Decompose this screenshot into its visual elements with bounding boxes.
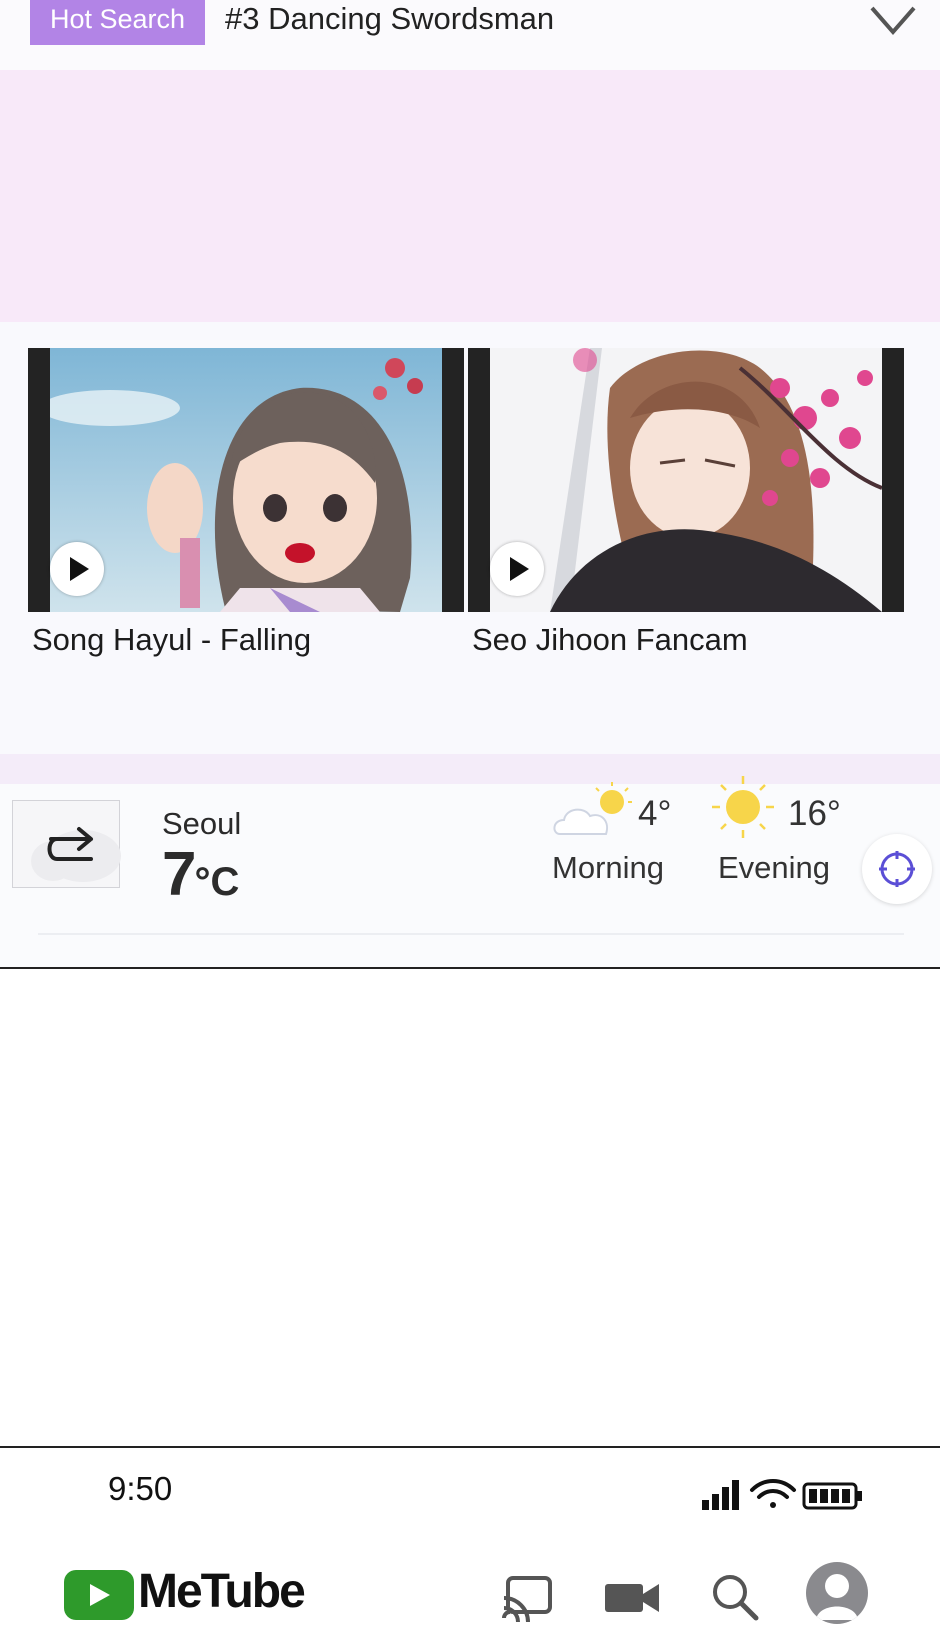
app-logo-text[interactable]: MeTube (138, 1564, 306, 1619)
city-name: Seoul (162, 806, 242, 841)
thumbnail-illustration (50, 348, 442, 612)
user-icon (816, 1574, 858, 1620)
video-card-1[interactable]: Song Hayul - Falling (28, 348, 464, 658)
play-icon[interactable] (490, 542, 544, 596)
metube-logo-icon[interactable] (64, 1570, 134, 1620)
status-divider (0, 1446, 940, 1448)
hot-search-bar[interactable]: Hot Search #3 Dancing Swordsman (0, 0, 940, 70)
video-thumbnail[interactable] (28, 348, 464, 612)
video-section: Song Hayul - Falling Seo Jihoon Fancam (0, 322, 940, 754)
status-icons (702, 1479, 862, 1510)
search-icon[interactable] (706, 1568, 762, 1624)
crosshair-icon (879, 851, 915, 887)
status-bar: 9:50 (0, 1450, 940, 1558)
hot-search-badge: Hot Search (30, 0, 205, 45)
cloud-icon (31, 827, 121, 882)
evening-temp: 16° (788, 794, 841, 833)
morning-temp: 4° (638, 794, 672, 833)
temp-unit: °C (194, 860, 240, 904)
play-icon[interactable] (50, 542, 104, 596)
sun-icon (712, 776, 774, 838)
weather-widget: Seoul 7°C 4° Morning 16° Evening (0, 776, 940, 969)
locate-button[interactable] (862, 834, 932, 904)
hot-search-text[interactable]: #3 Dancing Swordsman (225, 0, 554, 38)
app-bar: MeTube (0, 1558, 940, 1632)
refresh-button[interactable] (12, 800, 121, 888)
evening-label: Evening (718, 850, 831, 885)
signal-icon (702, 1480, 739, 1510)
video-thumbnail[interactable] (468, 348, 904, 612)
partly-cloudy-icon (553, 782, 632, 835)
video-camera-icon[interactable] (603, 1568, 661, 1624)
weather-divider (38, 933, 904, 935)
avatar[interactable] (806, 1562, 868, 1624)
morning-label: Morning (552, 850, 664, 885)
video-card-2[interactable]: Seo Jihoon Fancam (468, 348, 904, 658)
wifi-icon (750, 1479, 796, 1508)
ad-banner[interactable] (0, 70, 940, 322)
cast-icon[interactable] (500, 1568, 556, 1624)
chevron-down-icon[interactable] (868, 2, 918, 38)
content-divider (0, 967, 940, 969)
temp-value: 7 (162, 840, 197, 909)
current-temperature: 7°C (162, 839, 239, 910)
status-time: 9:50 (108, 1470, 173, 1507)
video-title[interactable]: Seo Jihoon Fancam (472, 622, 904, 658)
section-divider (0, 754, 940, 784)
video-title[interactable]: Song Hayul - Falling (32, 622, 464, 658)
thumbnail-illustration (490, 348, 882, 612)
battery-icon (802, 1482, 862, 1510)
